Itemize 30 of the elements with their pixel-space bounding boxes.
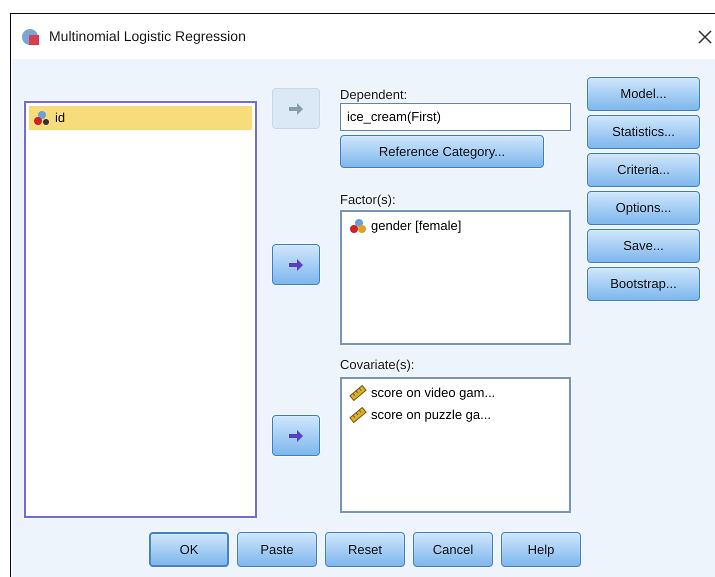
dialog-button[interactable]: Paste xyxy=(237,532,317,567)
variable-item[interactable]: id xyxy=(29,106,252,130)
dependent-label: Dependent: xyxy=(340,86,408,103)
factors-label: Factor(s): xyxy=(340,191,397,209)
covariates-label: Covariate(s): xyxy=(340,356,416,374)
window-title: Multinomial Logistic Regression xyxy=(49,27,246,46)
variable-icon xyxy=(33,110,51,126)
factor-item[interactable]: gender [female] xyxy=(345,215,566,237)
side-button[interactable]: Criteria... xyxy=(587,153,700,187)
dialog-button[interactable]: OK xyxy=(149,532,229,567)
dependent-field[interactable]: ice_cream(First) xyxy=(340,103,571,131)
covariate-item[interactable]: score on video gam... xyxy=(345,382,566,404)
side-button[interactable]: Statistics... xyxy=(587,115,700,149)
app-icon xyxy=(19,26,41,46)
side-button[interactable]: Options... xyxy=(587,191,700,225)
dialog-button[interactable]: Cancel xyxy=(413,532,493,567)
side-button[interactable]: Model... xyxy=(587,77,700,111)
dialog-button[interactable]: Help xyxy=(501,532,581,567)
covariate-item[interactable]: score on puzzle ga... xyxy=(345,404,566,426)
move-arrow-button[interactable] xyxy=(272,415,320,456)
nominal-icon xyxy=(349,218,367,234)
dialog-button[interactable]: Reset xyxy=(325,532,405,567)
side-button[interactable]: Save... xyxy=(587,229,700,263)
side-button[interactable]: Bootstrap... xyxy=(587,267,700,301)
arrow-icon xyxy=(288,102,304,114)
close-icon[interactable] xyxy=(698,30,712,44)
arrow-icon xyxy=(288,258,304,270)
move-arrow-button[interactable] xyxy=(272,244,320,285)
arrow-icon xyxy=(288,430,304,442)
reference-category-button[interactable]: Reference Category... xyxy=(340,135,544,168)
